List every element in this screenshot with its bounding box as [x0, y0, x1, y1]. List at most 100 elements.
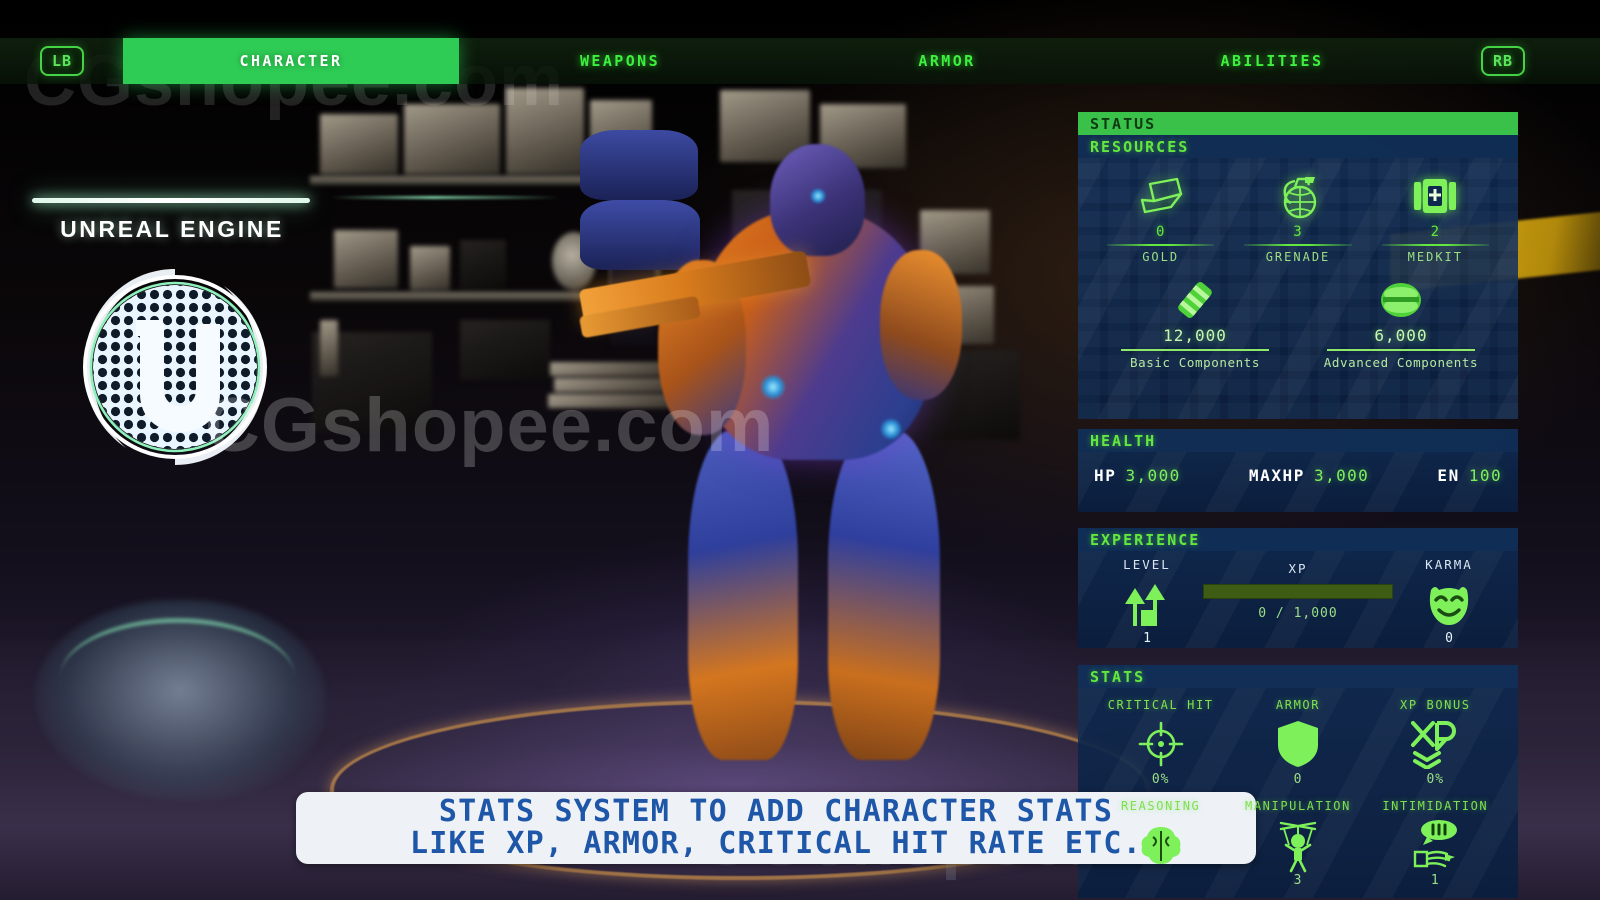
brain-icon [1137, 817, 1185, 873]
xp-bonus-label: XP BONUS [1400, 698, 1471, 712]
xp-label: XP [1288, 561, 1308, 576]
medkit-value: 2 [1430, 224, 1441, 240]
experience-panel: LEVEL 1 XP 0 / 1,000 KARMA 0 [1078, 551, 1518, 648]
stats-row-2: REASONING MANIPULATION 3 INTIMIDATION 1 [1092, 799, 1504, 888]
stat-reasoning[interactable]: REASONING [1092, 799, 1229, 888]
unreal-engine-badge: UNREAL ENGINE [22, 190, 322, 520]
tab-character[interactable]: CHARACTER [123, 38, 459, 84]
panel-gap-2 [1078, 512, 1518, 528]
experience-row: LEVEL 1 XP 0 / 1,000 KARMA 0 [1078, 551, 1518, 648]
status-hud-panel: STATUS RESOURCES 0 GOLD 3 GRENADE 2 MEDK… [1078, 112, 1518, 898]
hp-key: HP [1094, 466, 1117, 485]
shout-hand-icon [1409, 817, 1461, 873]
left-bumper-button[interactable]: LB [40, 46, 84, 76]
basic-components[interactable]: 12,000 Basic Components [1092, 274, 1298, 370]
en-key: EN [1437, 466, 1460, 485]
tab-armor[interactable]: ARMOR [797, 38, 1097, 84]
gold-rule [1107, 244, 1215, 246]
level-value: 1 [1143, 631, 1151, 646]
reasoning-label: REASONING [1120, 799, 1201, 813]
tab-abilities-label: ABILITIES [1220, 52, 1324, 70]
puddle-highlight [60, 618, 295, 738]
manipulation-value: 3 [1293, 873, 1303, 888]
top-navigation-bar: CHARACTER WEAPONS ARMOR ABILITIES LB RB [0, 38, 1600, 84]
resource-grenade[interactable]: 3 GRENADE [1229, 170, 1366, 264]
stats-header: STATS [1078, 665, 1518, 688]
advanced-component-icon [1375, 274, 1427, 326]
advanced-components-value: 6,000 [1374, 326, 1428, 345]
stat-manipulation[interactable]: MANIPULATION 3 [1229, 799, 1366, 888]
advanced-components-label: Advanced Components [1323, 355, 1479, 370]
stat-armor[interactable]: ARMOR 0 [1229, 698, 1366, 787]
tab-weapons[interactable]: WEAPONS [470, 38, 770, 84]
maxhp-value: 3,000 [1314, 466, 1370, 485]
tab-abilities[interactable]: ABILITIES [1122, 38, 1422, 84]
tab-character-label: CHARACTER [239, 52, 343, 70]
resource-gold[interactable]: 0 GOLD [1092, 170, 1229, 264]
health-hp: HP 3,000 [1094, 466, 1181, 485]
gold-label: GOLD [1142, 250, 1180, 264]
crosshair-icon [1137, 716, 1185, 772]
critical-hit-value: 0% [1151, 772, 1170, 787]
components-row: 12,000 Basic Components 6,000 Advanced C… [1078, 270, 1518, 382]
basic-component-icon [1170, 274, 1220, 326]
grenade-rule [1244, 244, 1352, 246]
ue-divider-bar [32, 198, 310, 203]
level-block: LEVEL 1 [1092, 557, 1202, 646]
stats-panel: CRITICAL HIT 0% ARMOR 0 XP BONUS 0% REAS… [1078, 688, 1518, 898]
stat-critical-hit[interactable]: CRITICAL HIT 0% [1092, 698, 1229, 787]
health-energy: EN 100 [1437, 466, 1502, 485]
advanced-components-rule [1326, 349, 1476, 351]
level-label: LEVEL [1123, 557, 1171, 572]
armor-value: 0 [1293, 772, 1303, 787]
tab-weapons-label: WEAPONS [579, 52, 660, 70]
nav-tab-list: CHARACTER WEAPONS ARMOR ABILITIES [0, 38, 1600, 84]
critical-hit-label: CRITICAL HIT [1107, 698, 1214, 712]
xp-fraction: 0 / 1,000 [1258, 606, 1338, 621]
grenade-label: GRENADE [1265, 250, 1331, 264]
xp-bonus-icon [1409, 716, 1461, 772]
medkit-label: MEDKIT [1407, 250, 1463, 264]
caption-line-2: LIKE XP, ARMOR, CRITICAL HIT RATE ETC. [410, 826, 1142, 861]
player-character-model [578, 130, 1060, 810]
karma-value: 0 [1445, 631, 1453, 646]
basic-components-label: Basic Components [1129, 355, 1260, 370]
karma-block: KARMA 0 [1394, 557, 1504, 646]
xp-bonus-value: 0% [1426, 772, 1445, 787]
health-panel: HP 3,000 MAXHP 3,000 EN 100 [1078, 452, 1518, 512]
stats-row-1: CRITICAL HIT 0% ARMOR 0 XP BONUS 0% [1092, 698, 1504, 787]
ue-title: UNREAL ENGINE [60, 216, 284, 242]
karma-smiley-icon [1423, 574, 1475, 628]
unreal-engine-logo-icon [70, 262, 280, 472]
caption-line-1: STATS SYSTEM TO ADD CHARACTER STATS [438, 793, 1114, 829]
basic-components-value: 12,000 [1163, 326, 1227, 345]
laser-line [330, 196, 560, 199]
hp-value: 3,000 [1125, 466, 1181, 485]
intimidation-label: INTIMIDATION [1382, 799, 1489, 813]
right-bumper-button[interactable]: RB [1481, 46, 1525, 76]
experience-header: EXPERIENCE [1078, 528, 1518, 551]
stat-intimidation[interactable]: INTIMIDATION 1 [1367, 799, 1504, 888]
intimidation-value: 1 [1430, 873, 1440, 888]
health-header: HEALTH [1078, 429, 1518, 452]
game-screen: UNREAL ENGINE CGshopee.com CG [0, 0, 1600, 900]
tab-armor-label: ARMOR [918, 52, 976, 70]
puppet-icon [1275, 817, 1321, 873]
karma-label: KARMA [1425, 557, 1473, 572]
stat-xp-bonus[interactable]: XP BONUS 0% [1367, 698, 1504, 787]
manipulation-label: MANIPULATION [1245, 799, 1351, 813]
level-up-arrows-icon [1121, 574, 1173, 628]
gold-bar-icon [1137, 170, 1185, 222]
advanced-components[interactable]: 6,000 Advanced Components [1298, 274, 1504, 370]
panel-gap-3 [1078, 648, 1518, 665]
shield-icon [1276, 716, 1320, 772]
armor-label: ARMOR [1275, 698, 1321, 712]
medkit-rule [1381, 244, 1489, 246]
stats-grid: CRITICAL HIT 0% ARMOR 0 XP BONUS 0% REAS… [1078, 688, 1518, 896]
resource-medkit[interactable]: 2 MEDKIT [1367, 170, 1504, 264]
panel-gap-1 [1078, 419, 1518, 429]
gold-value: 0 [1155, 224, 1166, 240]
grenade-value: 3 [1293, 224, 1303, 240]
xp-progress-bar [1203, 584, 1393, 599]
grenade-icon [1275, 170, 1321, 222]
